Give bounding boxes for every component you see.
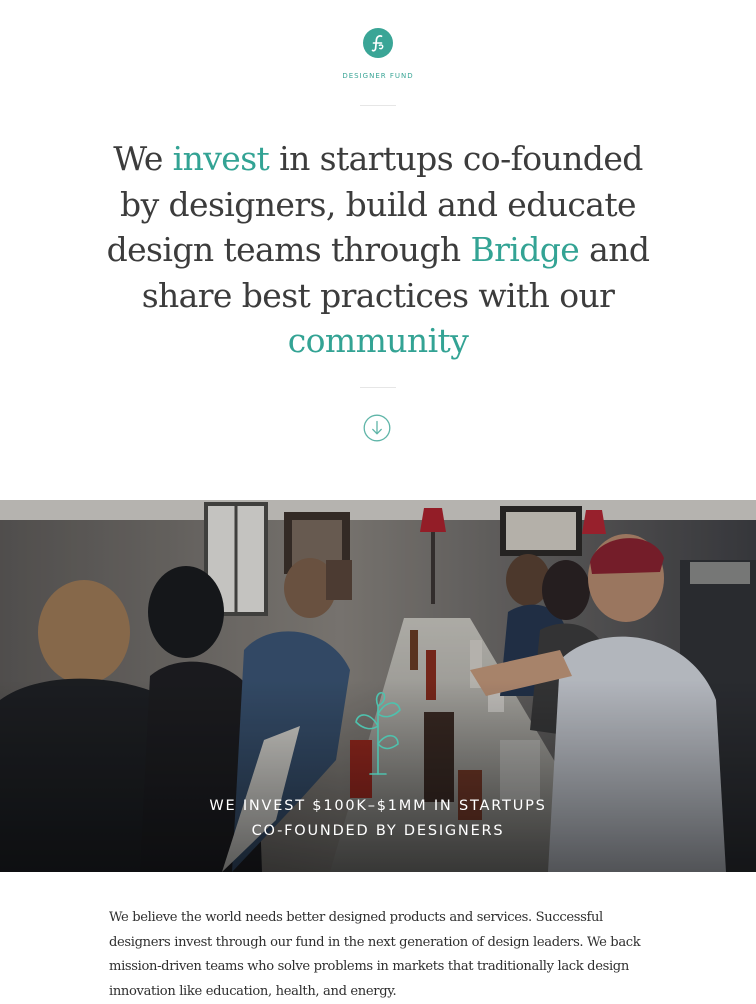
headline-link-community[interactable]: community	[288, 321, 469, 360]
divider	[360, 387, 396, 388]
logo[interactable]	[0, 28, 756, 62]
hero-photo: WE INVEST $100K–$1MM IN STARTUPS CO-FOUN…	[0, 500, 756, 872]
divider	[360, 105, 396, 106]
intro-paragraph: We believe the world needs better design…	[109, 910, 641, 999]
hero-headline: We invest in startups co-founded by desi…	[100, 136, 656, 364]
scroll-down-button[interactable]	[363, 414, 391, 442]
brand-name[interactable]: DESIGNER FUND	[0, 72, 756, 80]
script-f-monogram-icon	[363, 28, 393, 58]
headline-highlight-invest: invest	[172, 139, 270, 178]
headline-link-bridge[interactable]: Bridge	[470, 230, 579, 269]
arrow-down-circle-icon	[363, 414, 391, 442]
hero-caption-line-2: CO-FOUNDED BY DESIGNERS	[251, 823, 505, 839]
headline-text: We	[113, 139, 173, 178]
hero-caption-line-1: WE INVEST $100K–$1MM IN STARTUPS	[209, 798, 547, 814]
